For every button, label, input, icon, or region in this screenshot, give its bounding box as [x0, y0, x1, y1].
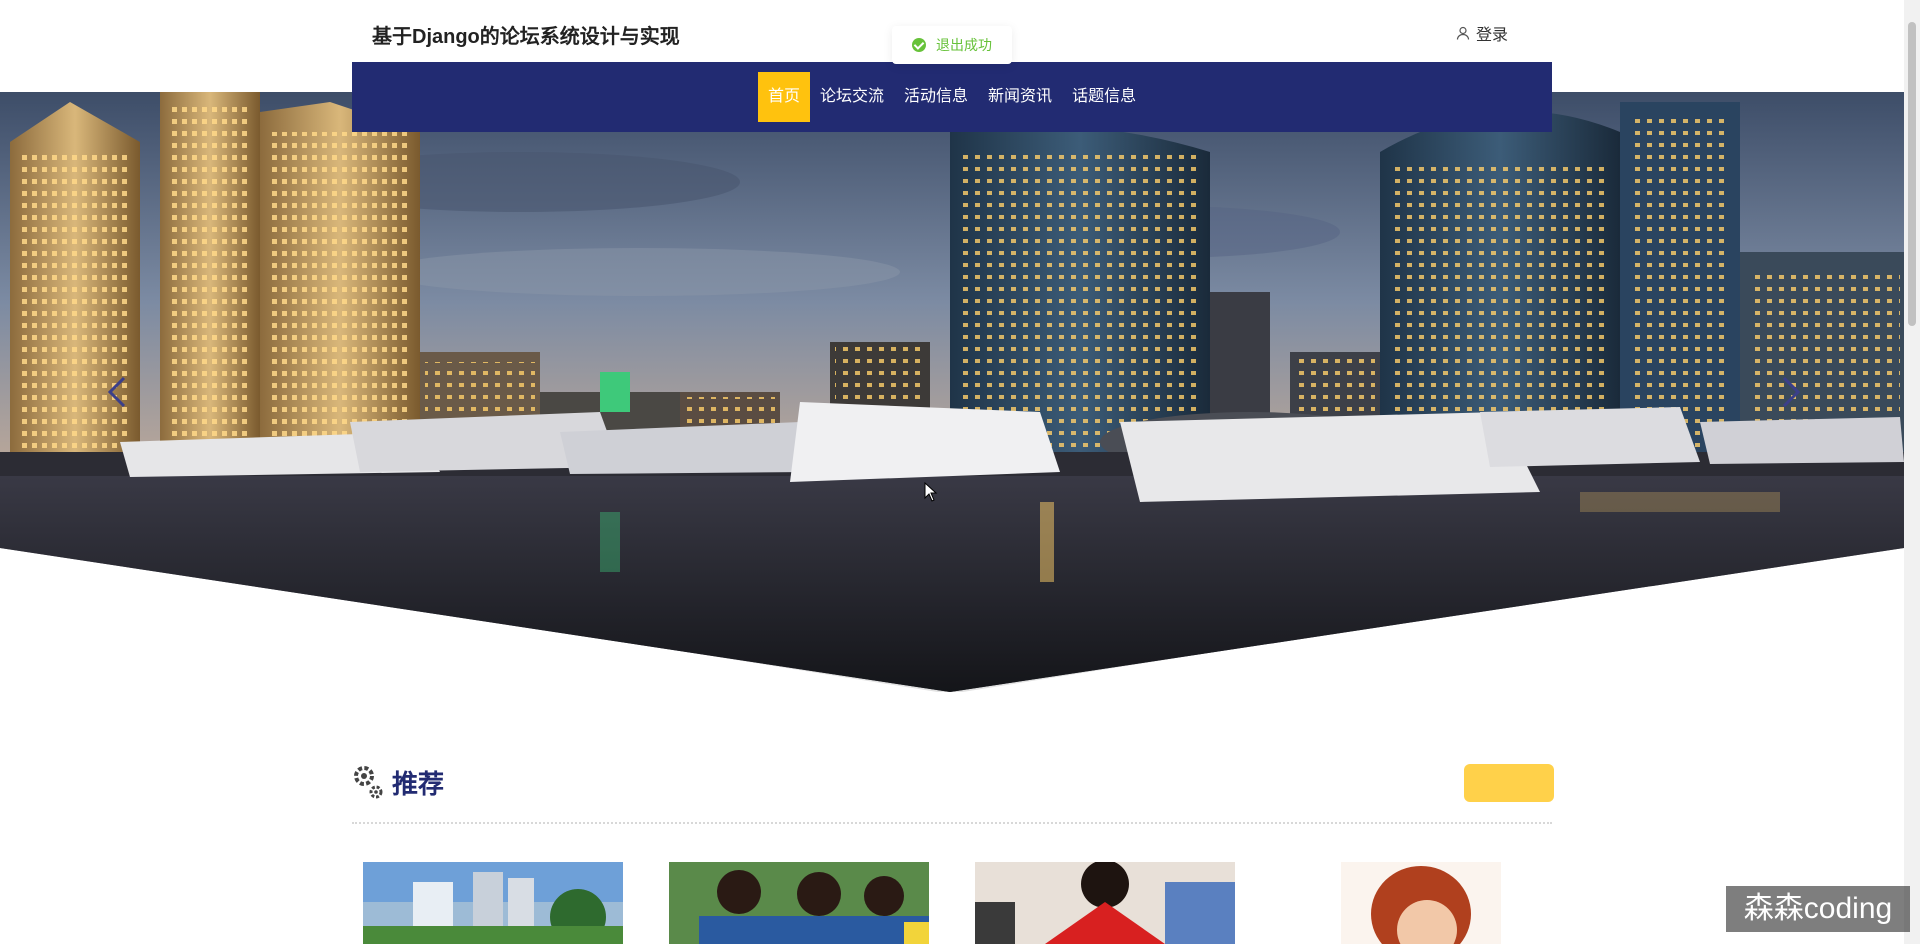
section-title: 推荐 — [392, 768, 445, 799]
toast-message: 退出成功 — [892, 26, 1012, 64]
card-image — [975, 862, 1235, 944]
user-icon — [1456, 26, 1470, 40]
section-divider — [352, 822, 1552, 824]
carousel-prev[interactable] — [102, 372, 132, 412]
chevron-left-icon — [107, 376, 126, 408]
card-image — [363, 862, 623, 944]
hero-carousel[interactable] — [0, 92, 1904, 692]
card-image — [669, 862, 929, 944]
gear-icon — [354, 766, 383, 799]
recommend-card-4[interactable] — [1341, 862, 1501, 944]
login-label: 登录 — [1476, 27, 1509, 44]
nav-item-home[interactable]: 首页 — [758, 72, 811, 122]
hero-image — [0, 92, 1904, 692]
check-circle-icon — [912, 38, 926, 52]
watermark: 森森coding — [1726, 886, 1910, 932]
login-link[interactable]: 登录 — [1456, 21, 1508, 45]
scrollbar-thumb[interactable] — [1908, 22, 1916, 326]
nav-item-forum[interactable]: 论坛交流 — [810, 72, 894, 122]
page-scrollbar[interactable] — [1904, 0, 1920, 944]
recommend-card-1[interactable] — [363, 862, 623, 944]
nav-item-news[interactable]: 新闻资讯 — [978, 72, 1062, 122]
carousel-next[interactable] — [1776, 372, 1806, 412]
more-button[interactable] — [1464, 764, 1554, 802]
site-title: 基于Django的论坛系统设计与实现 — [372, 26, 680, 48]
nav-item-activities[interactable]: 活动信息 — [894, 72, 978, 122]
main-nav: 首页 论坛交流 活动信息 新闻资讯 话题信息 — [352, 62, 1552, 132]
chevron-right-icon — [1782, 376, 1801, 408]
mouse-cursor-icon — [924, 482, 938, 502]
nav-item-topics[interactable]: 话题信息 — [1062, 72, 1146, 122]
section-header: 推荐 — [352, 762, 444, 802]
recommend-card-2[interactable] — [669, 862, 929, 944]
recommend-card-3[interactable] — [975, 862, 1235, 944]
toast-text: 退出成功 — [936, 37, 992, 53]
card-image — [1341, 862, 1501, 944]
